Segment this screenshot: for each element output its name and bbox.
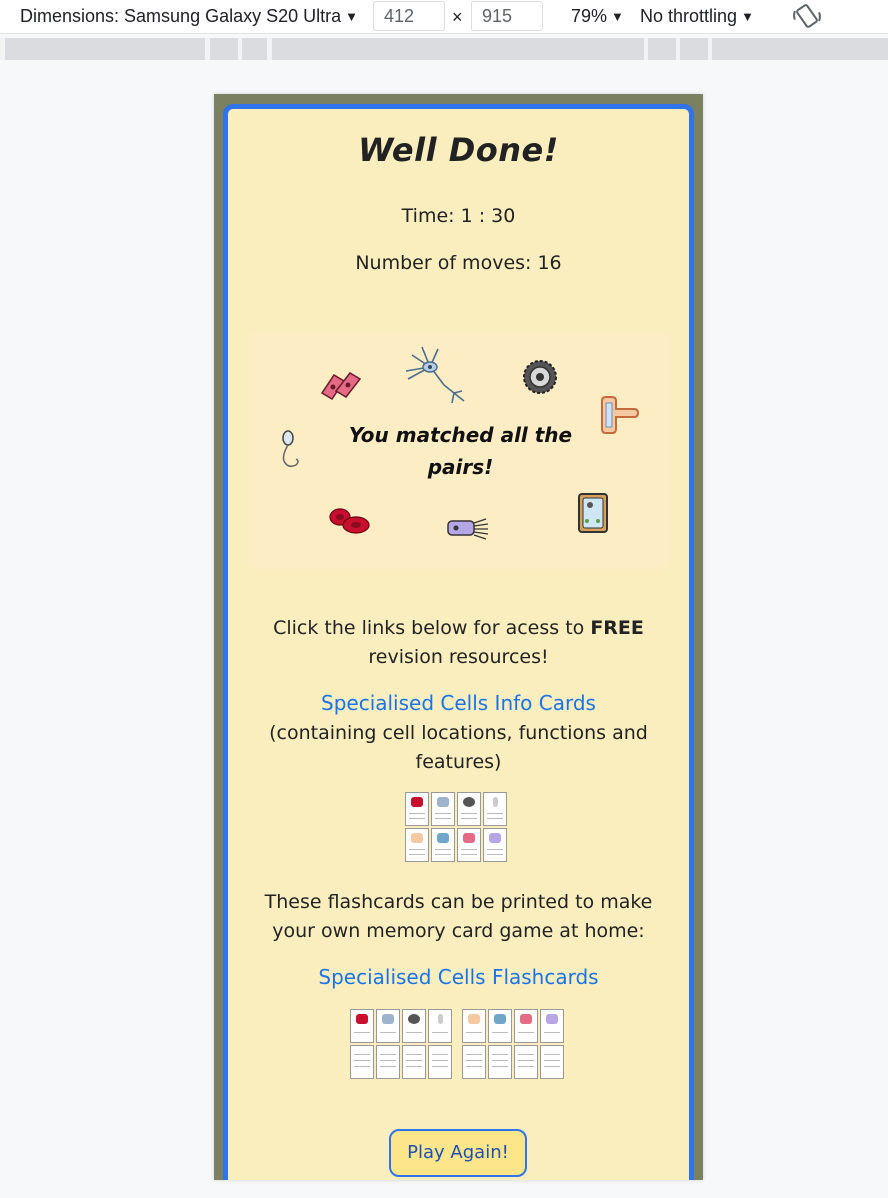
- throttling-label: No throttling: [640, 6, 738, 26]
- rotate-icon[interactable]: [790, 0, 824, 32]
- info-card-thumb: [457, 828, 481, 862]
- zoom-label: 79%: [571, 6, 608, 26]
- play-again-button[interactable]: Play Again!: [389, 1129, 527, 1177]
- plant-cell-icon: [578, 493, 608, 533]
- ruler-segment[interactable]: [712, 38, 888, 60]
- ciliated-cell-icon: [447, 518, 489, 540]
- chevron-down-icon: ▼: [741, 9, 754, 24]
- chevron-down-icon: ▼: [345, 9, 359, 24]
- info-card-thumb: [483, 828, 507, 862]
- ruler-segment[interactable]: [210, 38, 238, 60]
- flashcard-thumb: [350, 1045, 374, 1079]
- height-input[interactable]: 915: [471, 1, 543, 31]
- neuron-icon: [405, 346, 465, 404]
- info-card-thumb: [431, 792, 455, 826]
- flashcard-thumb: [540, 1009, 564, 1043]
- info-cards-description: (containing cell locations, functions an…: [269, 722, 648, 773]
- info-card-thumb: [457, 792, 481, 826]
- egg-cell-icon: [523, 360, 557, 394]
- muscle-cell-icon: [320, 372, 362, 401]
- flashcard-thumb: [402, 1009, 426, 1043]
- chevron-down-icon: ▼: [611, 9, 624, 24]
- win-modal: Well Done! Time: 1 : 30 Number of moves:…: [223, 104, 694, 1180]
- ruler-segment[interactable]: [648, 38, 676, 60]
- flashcard-thumb: [462, 1009, 486, 1043]
- flashcard-thumb: [514, 1009, 538, 1043]
- resources-text: Click the links below for acess to FREE …: [273, 617, 644, 668]
- device-viewport: Well Done! Time: 1 : 30 Number of moves:…: [214, 94, 703, 1180]
- throttling-dropdown[interactable]: No throttling ▼: [640, 0, 754, 32]
- modal-title: Well Done!: [358, 131, 559, 169]
- flashcard-thumb: [428, 1009, 452, 1043]
- flashcard-thumb: [540, 1045, 564, 1079]
- device-label: Dimensions: Samsung Galaxy S20 Ultra: [20, 6, 342, 26]
- ruler-segment[interactable]: [680, 38, 708, 60]
- devtools-toolbar: Dimensions: Samsung Galaxy S20 Ultra ▼ 41…: [0, 0, 888, 34]
- flashcards-thumbnail-left[interactable]: [350, 1009, 456, 1079]
- flashcard-thumb: [402, 1045, 426, 1079]
- ruler-segment[interactable]: [272, 38, 644, 60]
- flashcards-link[interactable]: Specialised Cells Flashcards: [228, 965, 689, 989]
- flashcard-thumb: [462, 1045, 486, 1079]
- times-sign: ×: [452, 7, 463, 27]
- flashcards-thumbnail-right[interactable]: [462, 1009, 568, 1079]
- flashcard-thumb: [428, 1045, 452, 1079]
- flashcard-thumb: [376, 1009, 400, 1043]
- matched-message: You matched all the pairs!: [348, 423, 573, 479]
- info-cards-thumbnail[interactable]: [405, 792, 511, 862]
- time-text: Time: 1 : 30: [401, 205, 516, 227]
- flashcards-description: These flashcards can be printed to make …: [264, 891, 653, 942]
- flashcard-thumb: [376, 1045, 400, 1079]
- moves-text: Number of moves: 16: [355, 252, 562, 274]
- cells-illustration: You matched all the pairs!: [248, 333, 669, 569]
- zoom-dropdown[interactable]: 79% ▼: [571, 0, 624, 32]
- device-dimensions-dropdown[interactable]: Dimensions: Samsung Galaxy S20 Ultra ▼: [20, 0, 358, 32]
- flashcard-thumb: [350, 1009, 374, 1043]
- flashcard-thumb: [488, 1009, 512, 1043]
- info-cards-link[interactable]: Specialised Cells Info Cards: [228, 691, 689, 715]
- width-input[interactable]: 412: [373, 1, 445, 31]
- flashcard-thumb: [488, 1045, 512, 1079]
- ruler-segment[interactable]: [242, 38, 267, 60]
- free-label: FREE: [590, 617, 644, 639]
- info-card-thumb: [483, 792, 507, 826]
- flashcard-thumb: [514, 1045, 538, 1079]
- info-card-thumb: [405, 828, 429, 862]
- root-hair-cell-icon: [601, 396, 640, 434]
- info-card-thumb: [405, 792, 429, 826]
- sperm-cell-icon: [282, 430, 299, 468]
- media-query-ruler: [0, 38, 888, 60]
- info-card-thumb: [431, 828, 455, 862]
- ruler-segment[interactable]: [5, 38, 205, 60]
- red-blood-cell-icon: [329, 508, 370, 534]
